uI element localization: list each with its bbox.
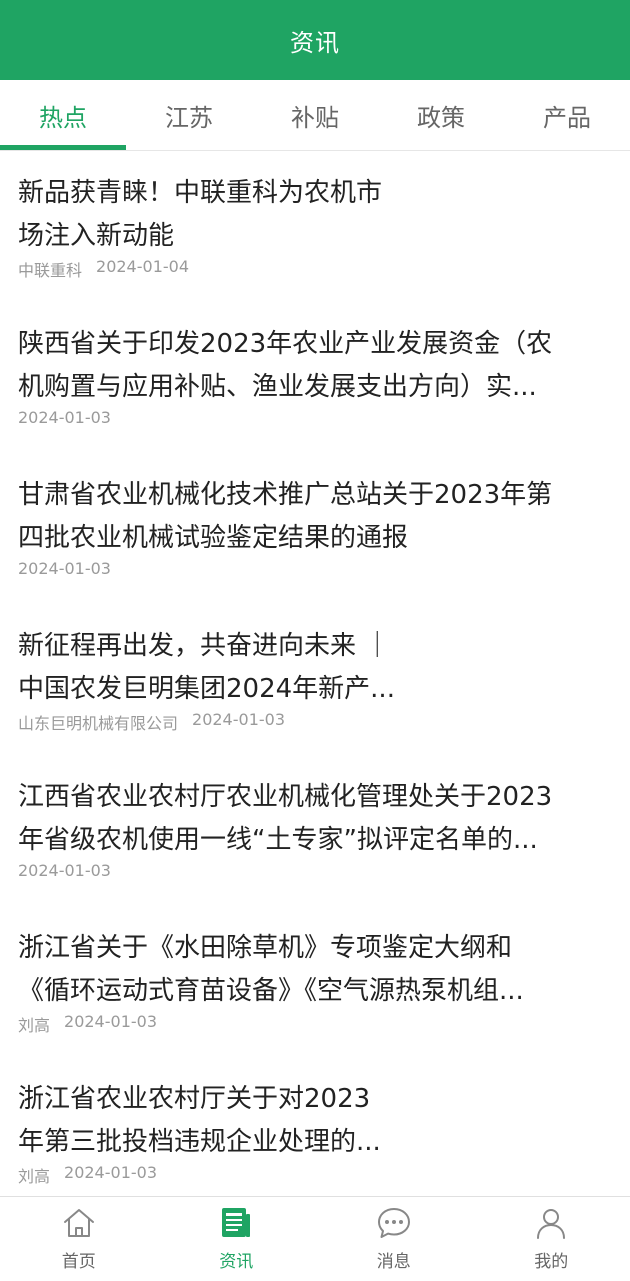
news-icon bbox=[218, 1205, 254, 1241]
news-date: 2024-01-03 bbox=[64, 1012, 157, 1036]
tab-jiangsu[interactable]: 江苏 bbox=[126, 80, 252, 150]
message-icon bbox=[376, 1205, 412, 1241]
news-date: 2024-01-03 bbox=[64, 1163, 157, 1187]
nav-news[interactable]: 资讯 bbox=[158, 1197, 316, 1281]
news-source: 中联重科 bbox=[18, 257, 82, 281]
news-item[interactable]: 江西省农业农村厅农业机械化管理处关于2023 年省级农机使用一线“土专家”拟评定… bbox=[0, 754, 630, 905]
nav-home[interactable]: 首页 bbox=[0, 1197, 158, 1281]
tab-label: 产品 bbox=[543, 98, 591, 133]
news-meta: 2024-01-03 bbox=[18, 408, 111, 427]
tab-subsidy[interactable]: 补贴 bbox=[252, 80, 378, 150]
news-meta: 2024-01-03 bbox=[18, 559, 111, 578]
tab-policy[interactable]: 政策 bbox=[378, 80, 504, 150]
home-icon bbox=[61, 1205, 97, 1241]
news-item[interactable]: 浙江省关于《水田除草机》专项鉴定大纲和 《循环运动式育苗设备》《空气源热泵机组.… bbox=[0, 905, 630, 1056]
nav-label: 我的 bbox=[534, 1247, 568, 1272]
news-meta: 刘高 2024-01-03 bbox=[18, 1163, 157, 1187]
news-item[interactable]: 新征程再出发，共奋进向未来 ｜ 中国农发巨明集团2024年新产... 山东巨明机… bbox=[0, 603, 630, 754]
news-meta: 刘高 2024-01-03 bbox=[18, 1012, 157, 1036]
tab-label: 政策 bbox=[417, 98, 465, 133]
news-item[interactable]: 浙江省农业农村厅关于对2023 年第三批投档违规企业处理的... 刘高 2024… bbox=[0, 1056, 630, 1196]
news-title: 新征程再出发，共奋进向未来 ｜ 中国农发巨明集团2024年新产... bbox=[18, 625, 598, 711]
tab-label: 补贴 bbox=[291, 98, 339, 133]
news-meta: 2024-01-03 bbox=[18, 861, 111, 880]
category-tabs: 热点 江苏 补贴 政策 产品 bbox=[0, 80, 630, 151]
nav-profile[interactable]: 我的 bbox=[473, 1197, 630, 1281]
nav-label: 消息 bbox=[377, 1247, 411, 1272]
news-source: 刘高 bbox=[18, 1163, 50, 1187]
news-title: 甘肃省农业机械化技术推广总站关于2023年第 四批农业机械试验鉴定结果的通报 bbox=[18, 474, 598, 560]
tab-product[interactable]: 产品 bbox=[504, 80, 630, 150]
tab-label: 热点 bbox=[39, 98, 87, 133]
news-date: 2024-01-03 bbox=[18, 861, 111, 880]
page-title: 资讯 bbox=[290, 23, 340, 58]
tab-label: 江苏 bbox=[165, 98, 213, 133]
app-header: 资讯 bbox=[0, 0, 630, 80]
news-date: 2024-01-04 bbox=[96, 257, 189, 281]
news-item[interactable]: 甘肃省农业机械化技术推广总站关于2023年第 四批农业机械试验鉴定结果的通报 2… bbox=[0, 452, 630, 603]
user-icon bbox=[533, 1205, 569, 1241]
news-meta: 中联重科 2024-01-04 bbox=[18, 257, 189, 281]
bottom-nav: 首页 资讯 消息 我的 bbox=[0, 1196, 630, 1281]
news-item[interactable]: 新品获青睐！中联重科为农机市 场注入新动能 中联重科 2024-01-04 bbox=[0, 150, 630, 301]
news-item[interactable]: 陕西省关于印发2023年农业产业发展资金（农 机购置与应用补贴、渔业发展支出方向… bbox=[0, 301, 630, 452]
news-title: 陕西省关于印发2023年农业产业发展资金（农 机购置与应用补贴、渔业发展支出方向… bbox=[18, 323, 598, 409]
news-source: 刘高 bbox=[18, 1012, 50, 1036]
news-title: 浙江省关于《水田除草机》专项鉴定大纲和 《循环运动式育苗设备》《空气源热泵机组.… bbox=[18, 927, 598, 1013]
news-title: 江西省农业农村厅农业机械化管理处关于2023 年省级农机使用一线“土专家”拟评定… bbox=[18, 776, 598, 862]
news-meta: 山东巨明机械有限公司 2024-01-03 bbox=[18, 710, 285, 734]
nav-messages[interactable]: 消息 bbox=[315, 1197, 473, 1281]
tab-hot[interactable]: 热点 bbox=[0, 80, 126, 150]
news-source: 山东巨明机械有限公司 bbox=[18, 710, 178, 734]
news-list: 新品获青睐！中联重科为农机市 场注入新动能 中联重科 2024-01-04 陕西… bbox=[0, 150, 630, 1196]
news-date: 2024-01-03 bbox=[18, 559, 111, 578]
news-title: 浙江省农业农村厅关于对2023 年第三批投档违规企业处理的... bbox=[18, 1078, 598, 1164]
news-date: 2024-01-03 bbox=[192, 710, 285, 734]
news-date: 2024-01-03 bbox=[18, 408, 111, 427]
nav-label: 首页 bbox=[62, 1247, 96, 1272]
news-title: 新品获青睐！中联重科为农机市 场注入新动能 bbox=[18, 172, 598, 258]
nav-label: 资讯 bbox=[219, 1247, 253, 1272]
